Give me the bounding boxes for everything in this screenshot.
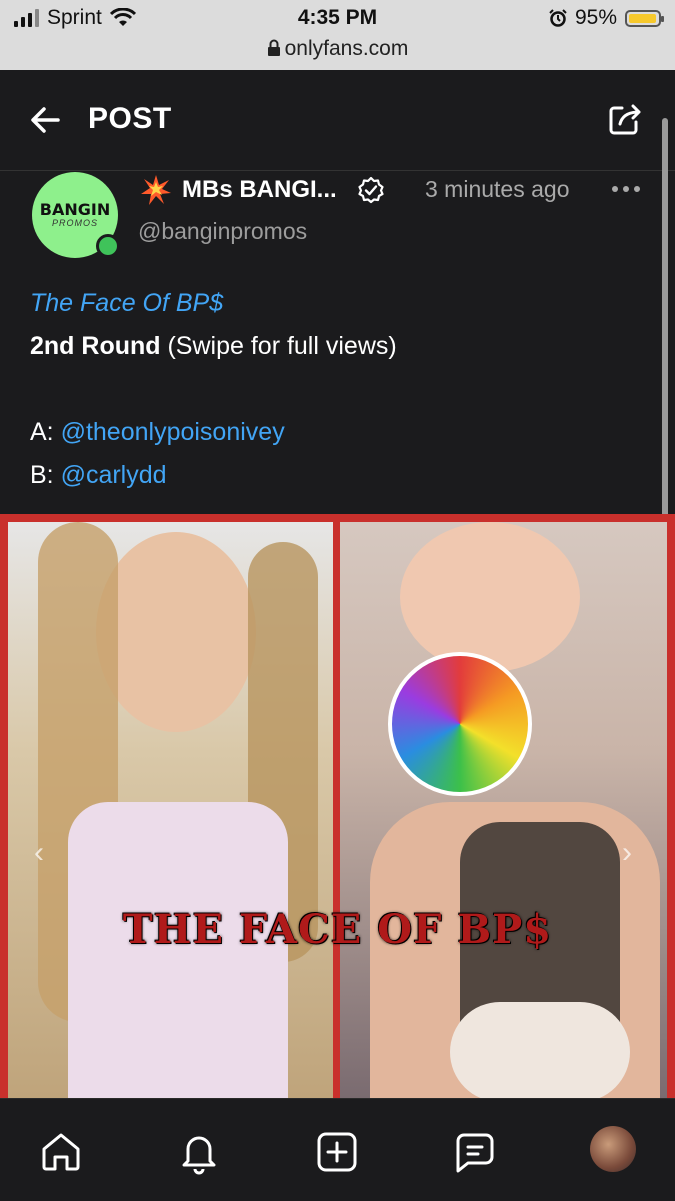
post-header: POST [0,70,675,171]
page-title: POST [88,102,172,135]
option-a-label: A: [30,418,61,446]
option-b-link[interactable]: @carlydd [61,461,167,489]
share-icon[interactable] [606,100,644,138]
profile-avatar[interactable] [590,1126,636,1172]
post-title-link[interactable]: The Face Of BP$ [30,289,223,317]
author-name-row[interactable]: MBs BANGI... [140,174,385,206]
scrollbar[interactable] [662,118,668,518]
avatar-logo-main: BANGIN [39,200,111,219]
lock-icon [267,39,280,56]
author-handle[interactable]: @banginpromos [138,218,307,245]
image-overlay-text: THE FACE OF BP$ [122,906,553,953]
option-b-label: B: [30,461,61,489]
alarm-icon [549,9,567,27]
verified-badge-icon [358,176,384,204]
url-text: onlyfans.com [284,37,409,60]
post-timestamp: 3 minutes ago [425,176,570,202]
avatar-logo-sub: PROMOS [51,218,98,228]
option-a-link[interactable]: @theonlypoisonivey [61,418,285,446]
message-icon[interactable] [452,1129,498,1175]
plus-square-icon[interactable] [314,1129,360,1175]
round-description: (Swipe for full views) [160,332,397,360]
burst-emoji-icon [141,175,171,205]
post-body: The Face Of BP$ 2nd Round (Swipe for ful… [30,282,640,497]
more-horizontal-icon[interactable] [612,186,640,192]
battery-icon [625,9,664,27]
photo-panel-b [340,522,667,1098]
photo-panel-a [8,522,333,1098]
status-right: 95% [549,6,664,30]
bell-icon[interactable] [176,1129,222,1175]
arrow-left-icon[interactable] [28,102,64,138]
bottom-nav [0,1098,675,1201]
post-image[interactable]: ‹ › [0,514,675,1098]
status-bar: Sprint 4:35 PM onlyfans.com 95% [0,0,675,70]
home-icon[interactable] [38,1129,84,1175]
battery-percent: 95% [574,6,617,29]
author-name[interactable]: MBs BANGI... [182,176,337,204]
chevron-right-icon[interactable]: › [622,836,632,870]
url-bar[interactable]: onlyfans.com [0,37,675,61]
chevron-left-icon[interactable]: ‹ [34,836,44,870]
online-status-dot [96,234,120,258]
round-label: 2nd Round [30,332,161,360]
